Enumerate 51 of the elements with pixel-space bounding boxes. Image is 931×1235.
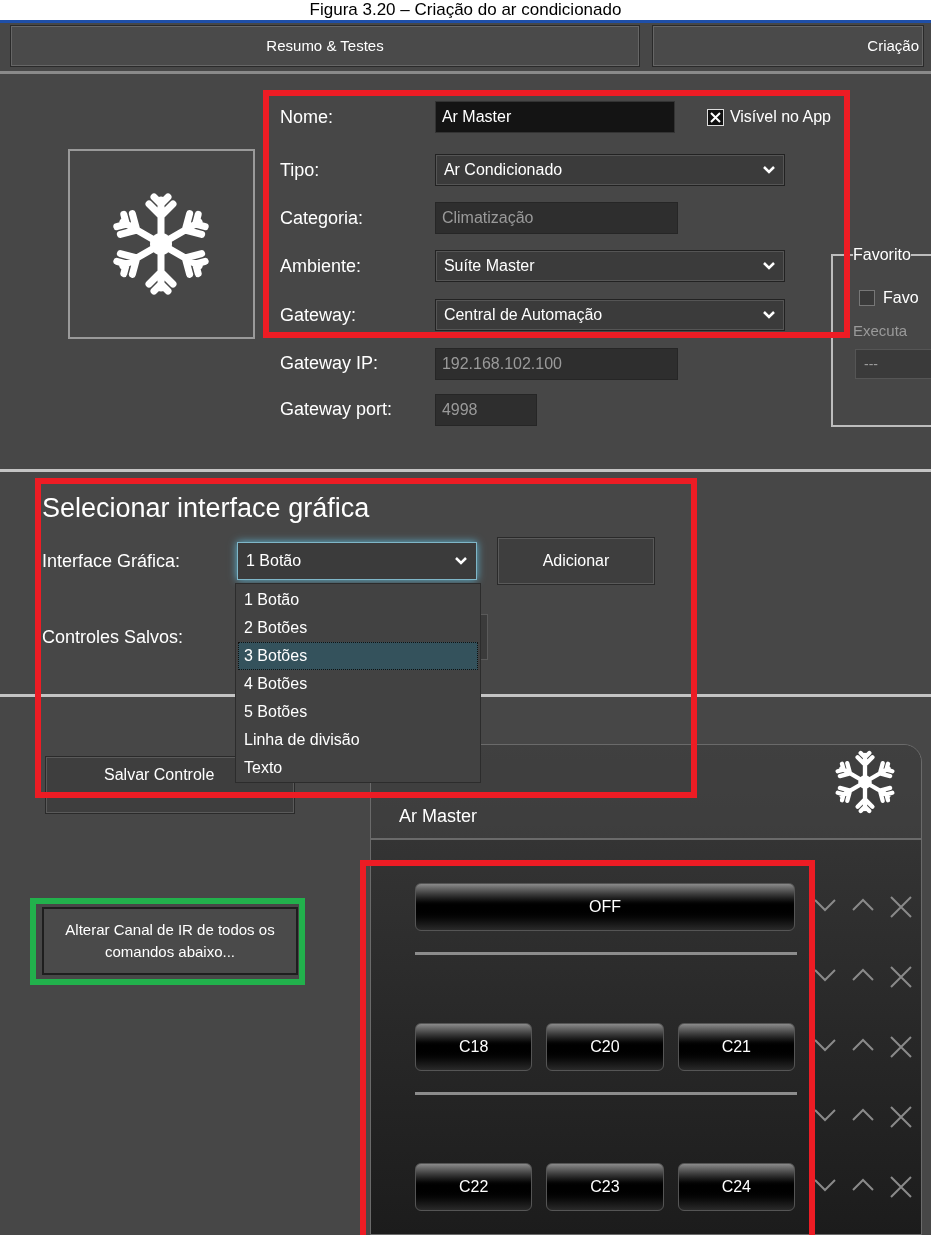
add-button[interactable]: Adicionar bbox=[497, 537, 655, 585]
chevron-down-icon bbox=[454, 556, 468, 566]
close-icon[interactable] bbox=[889, 1106, 913, 1128]
dropdown-option[interactable]: 2 Botões bbox=[238, 614, 478, 642]
control-button[interactable]: OFF bbox=[415, 883, 795, 931]
action-dropdown[interactable]: --- bbox=[855, 348, 931, 379]
close-icon[interactable] bbox=[889, 1176, 913, 1198]
checkbox[interactable] bbox=[859, 290, 875, 306]
checkbox-label: Favo bbox=[883, 288, 919, 308]
chevron-down-icon bbox=[761, 261, 776, 271]
field-label: Executa bbox=[853, 321, 909, 341]
field-label: Tipo: bbox=[279, 158, 321, 182]
chevron-down-icon bbox=[761, 165, 776, 175]
control-button[interactable]: C24 bbox=[677, 1163, 795, 1211]
dropdown-field[interactable]: Ar Condicionado bbox=[434, 154, 785, 186]
close-icon[interactable] bbox=[889, 1036, 913, 1058]
figure-caption: Figura 3.20 – Criação do ar condicionado bbox=[309, 0, 622, 20]
dropdown-option[interactable]: Linha de divisão bbox=[238, 726, 478, 754]
input-field[interactable]: 4998 bbox=[434, 393, 537, 426]
section-title: Selecionar interface gráfica bbox=[42, 492, 371, 524]
control-button[interactable]: C18 bbox=[415, 1023, 533, 1071]
input-field[interactable]: Climatização bbox=[434, 202, 678, 234]
chevron-down-icon bbox=[761, 310, 776, 320]
field-label: Gateway: bbox=[279, 303, 357, 327]
interface-dropdown[interactable]: 1 Botão bbox=[237, 542, 477, 580]
checkbox-label: Visível no App bbox=[729, 107, 831, 127]
field-label: Gateway port: bbox=[279, 398, 393, 421]
panel-title: Ar Master bbox=[399, 805, 477, 828]
tab[interactable]: Criação bbox=[652, 25, 924, 67]
field-label: Nome: bbox=[279, 105, 334, 129]
close-icon[interactable] bbox=[889, 966, 913, 988]
control-button[interactable]: C23 bbox=[546, 1163, 664, 1211]
dropdown-option[interactable]: 4 Botões bbox=[238, 670, 478, 698]
tab[interactable]: Resumo & Testes bbox=[10, 25, 640, 67]
control-button[interactable]: C21 bbox=[677, 1023, 795, 1071]
field-label: Categoria: bbox=[279, 206, 364, 230]
dropdown-field[interactable]: Central de Automação bbox=[434, 299, 785, 331]
control-button[interactable]: C20 bbox=[546, 1023, 664, 1071]
field-label: Gateway IP: bbox=[279, 352, 379, 375]
close-icon[interactable] bbox=[889, 896, 913, 918]
dropdown-option[interactable]: 3 Botões bbox=[238, 642, 478, 670]
field-label: Ambiente: bbox=[279, 254, 362, 278]
field-label: Controles Salvos: bbox=[42, 625, 185, 649]
change-ir-channel-button[interactable]: Alterar Canal de IR de todos os comandos abaixo... bbox=[42, 907, 298, 975]
dropdown-option[interactable]: 1 Botão bbox=[238, 586, 478, 614]
name-field[interactable]: Ar Master bbox=[434, 101, 675, 133]
dropdown-option[interactable]: 5 Botões bbox=[238, 698, 478, 726]
dropdown-field[interactable]: Suíte Master bbox=[434, 250, 785, 282]
input-field[interactable]: 192.168.102.100 bbox=[434, 347, 678, 380]
field-label: Interface Gráfica: bbox=[42, 549, 182, 573]
control-button[interactable]: C22 bbox=[415, 1163, 533, 1211]
